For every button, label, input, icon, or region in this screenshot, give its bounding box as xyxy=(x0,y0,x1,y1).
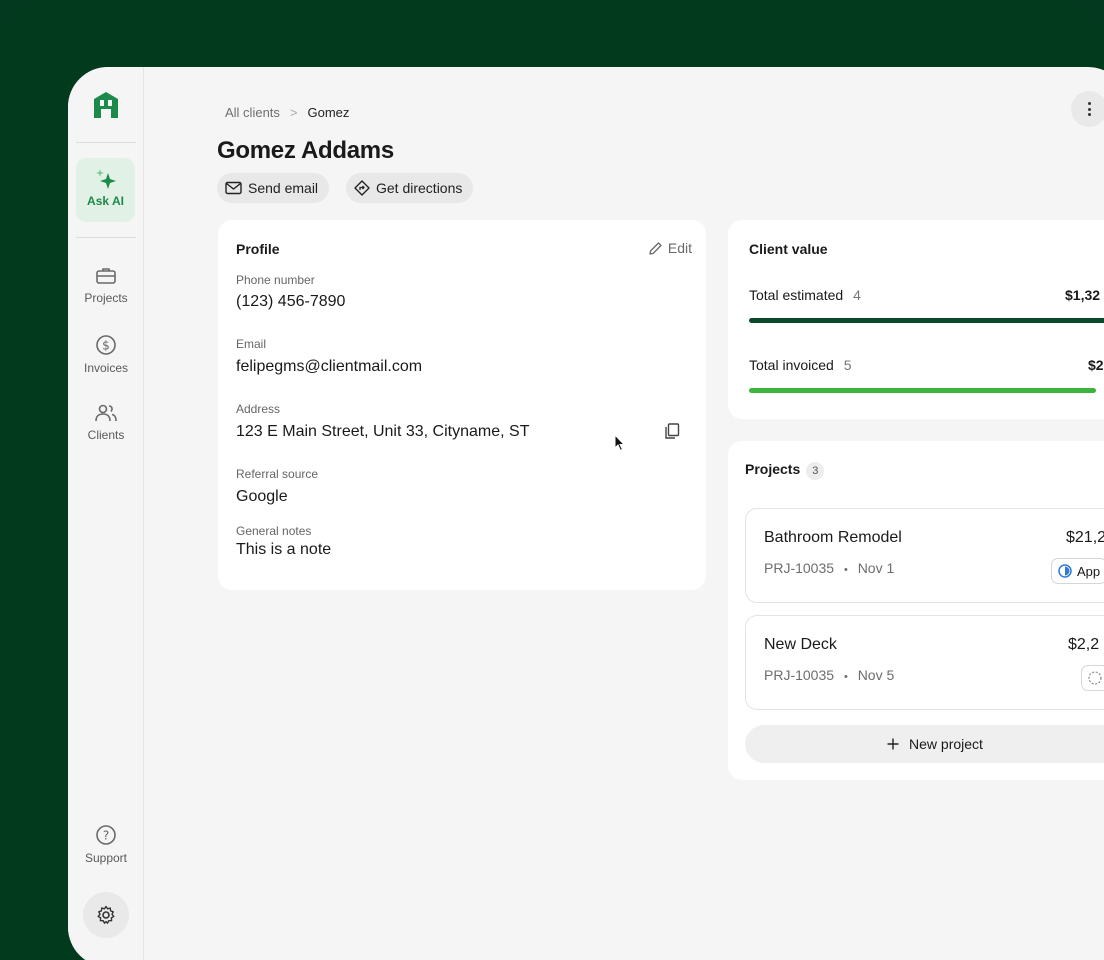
referral-value: Google xyxy=(236,488,288,505)
users-icon xyxy=(95,404,117,422)
project-name: New Deck xyxy=(764,636,837,653)
total-invoiced-amount: $2 xyxy=(1088,357,1104,373)
notes-value: This is a note xyxy=(236,541,332,558)
project-amount: $2,2 xyxy=(1068,636,1100,653)
total-invoiced-count: 5 xyxy=(843,357,852,373)
client-value-title: Client value xyxy=(749,241,828,257)
more-options-button[interactable] xyxy=(1071,91,1104,127)
total-estimated-count: 4 xyxy=(853,287,861,303)
project-meta: PRJ-10035 • Nov 5 xyxy=(764,667,894,683)
pencil-icon xyxy=(649,241,662,255)
total-invoiced-bar xyxy=(749,388,1096,393)
email-value[interactable]: felipegms@clientmail.com xyxy=(236,358,422,376)
sidebar-item-label: Projects xyxy=(84,291,128,305)
notes-label: General notes xyxy=(236,524,312,538)
sidebar-divider xyxy=(76,237,136,238)
total-estimated-amount: $1,32 xyxy=(1065,287,1101,303)
meta-separator: • xyxy=(843,671,848,683)
get-directions-button[interactable]: Get directions xyxy=(346,173,474,203)
breadcrumb: All clients > Gomez xyxy=(225,105,349,120)
gear-icon xyxy=(97,905,115,924)
get-directions-label: Get directions xyxy=(376,180,463,196)
help-circle-icon: ? xyxy=(96,825,116,845)
project-amount: $21,2 xyxy=(1066,529,1104,546)
sidebar-divider xyxy=(76,142,136,143)
address-label: Address xyxy=(236,402,281,416)
project-card[interactable]: New Deck PRJ-10035 • Nov 5 $2,2 xyxy=(745,615,1104,710)
project-date: Nov 1 xyxy=(857,560,895,576)
total-invoiced-label: Total invoiced xyxy=(749,357,834,373)
ask-ai-button[interactable]: Ask AI xyxy=(76,158,135,222)
new-project-label: New project xyxy=(909,736,983,752)
ask-ai-label: Ask AI xyxy=(87,194,124,208)
more-dot xyxy=(1088,102,1091,105)
projects-title: Projects 3 xyxy=(745,461,825,480)
sidebar-item-label: Invoices xyxy=(83,361,129,375)
svg-text:$: $ xyxy=(102,339,110,353)
more-dot xyxy=(1088,113,1091,116)
projects-count-badge: 3 xyxy=(806,462,825,480)
briefcase-icon xyxy=(96,268,116,284)
edit-button[interactable]: Edit xyxy=(648,240,692,256)
breadcrumb-current: Gomez xyxy=(307,105,350,120)
status-badge xyxy=(1081,665,1104,691)
send-email-label: Send email xyxy=(248,180,319,196)
page-title: Gomez Addams xyxy=(217,137,394,164)
sidebar-item-label: Clients xyxy=(87,428,125,442)
total-estimated-bar xyxy=(749,318,1104,323)
app-logo-icon[interactable] xyxy=(90,89,122,121)
project-card[interactable]: Bathroom Remodel PRJ-10035 • Nov 1 $21,2… xyxy=(745,508,1104,603)
dashed-circle-icon xyxy=(1088,671,1102,685)
edit-label: Edit xyxy=(667,240,692,256)
phone-label: Phone number xyxy=(236,273,315,287)
client-value-card: Client value Total estimated 4 $1,32 Tot… xyxy=(728,220,1104,419)
total-invoiced-row: Total invoiced 5 xyxy=(749,357,852,373)
referral-label: Referral source xyxy=(236,467,319,481)
project-name: Bathroom Remodel xyxy=(764,529,902,546)
sidebar-item-invoices[interactable]: $ Invoices xyxy=(68,334,144,375)
directions-icon xyxy=(354,180,370,196)
project-id: PRJ-10035 xyxy=(764,560,835,576)
sidebar-item-support[interactable]: ? Support xyxy=(68,824,144,865)
sparkle-icon xyxy=(95,169,116,189)
address-value[interactable]: 123 E Main Street, Unit 33, Cityname, ST xyxy=(236,423,529,441)
profile-title: Profile xyxy=(236,241,280,257)
status-label: App xyxy=(1077,563,1101,579)
projects-card: Projects 3 Bathroom Remodel PRJ-10035 • N… xyxy=(728,441,1104,780)
profile-card: Profile Edit Phone number (123) 456-7890… xyxy=(218,220,706,590)
support-label: Support xyxy=(84,851,128,865)
sidebar: Ask AI Projects $ Invoices Clients ? Sup… xyxy=(68,67,144,960)
mail-icon xyxy=(225,181,242,195)
copy-icon[interactable] xyxy=(663,422,681,440)
more-dot xyxy=(1088,107,1091,111)
project-id: PRJ-10035 xyxy=(764,667,835,683)
project-date: Nov 5 xyxy=(857,667,895,683)
new-project-button[interactable]: New project xyxy=(745,725,1104,763)
dollar-circle-icon: $ xyxy=(96,335,116,355)
breadcrumb-separator: > xyxy=(289,105,298,120)
breadcrumb-all-clients[interactable]: All clients xyxy=(225,105,280,120)
status-badge: App xyxy=(1051,558,1104,584)
project-meta: PRJ-10035 • Nov 1 xyxy=(764,560,894,576)
email-label: Email xyxy=(236,337,267,351)
projects-title-label: Projects xyxy=(745,461,801,477)
meta-separator: • xyxy=(843,564,848,576)
app-window: Ask AI Projects $ Invoices Clients ? Sup… xyxy=(68,67,1104,960)
settings-button[interactable] xyxy=(83,892,129,938)
half-circle-icon xyxy=(1058,564,1072,578)
sidebar-item-projects[interactable]: Projects xyxy=(68,266,144,305)
total-estimated-label: Total estimated xyxy=(749,287,844,303)
plus-icon xyxy=(887,738,899,750)
mouse-cursor-icon xyxy=(614,434,626,452)
sidebar-item-clients[interactable]: Clients xyxy=(68,403,144,442)
svg-text:?: ? xyxy=(103,829,109,843)
send-email-button[interactable]: Send email xyxy=(217,173,330,203)
phone-value[interactable]: (123) 456-7890 xyxy=(236,293,345,311)
total-estimated-row: Total estimated 4 xyxy=(749,287,861,303)
